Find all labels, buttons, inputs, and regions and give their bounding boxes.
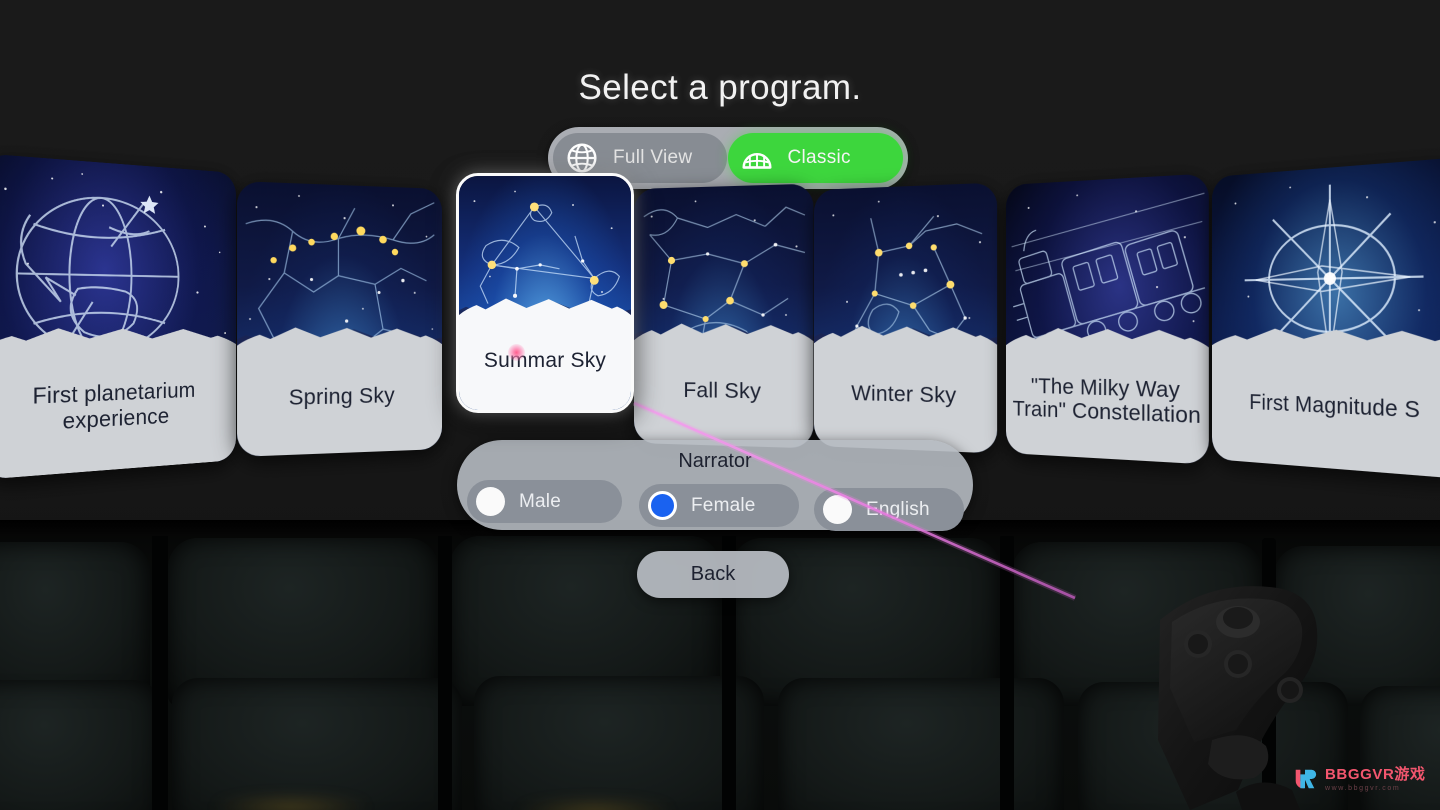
- laser-cursor-dot: [508, 344, 525, 361]
- bbggvr-logo-icon: [1295, 769, 1317, 789]
- program-card-summar-sky[interactable]: Summar Sky: [456, 173, 634, 413]
- program-card-winter-sky[interactable]: Winter Sky: [814, 182, 998, 454]
- page-title: Select a program.: [578, 68, 862, 107]
- narrator-option-label: Female: [691, 494, 756, 516]
- program-card-first-magnitude-star[interactable]: First Magnitude S: [1212, 156, 1440, 480]
- watermark-title: BBGGVR游戏: [1325, 765, 1426, 783]
- program-card-label: Spring Sky: [288, 384, 395, 411]
- radio-icon: [823, 495, 852, 524]
- program-card-label: Fall Sky: [683, 379, 762, 405]
- program-card-milky-way-train[interactable]: "The Milky Way Train" Constellation: [1006, 173, 1209, 465]
- program-card-label: First Magnitude S: [1249, 390, 1421, 423]
- watermark: BBGGVR游戏 www.bbggvr.com: [1292, 766, 1426, 792]
- program-card-first-planetarium-experience[interactable]: First planetarium experience: [0, 153, 236, 480]
- radio-icon-selected: [648, 491, 677, 520]
- vr-planetarium-screen: Select a program. Full View Classic Firs…: [0, 0, 1440, 810]
- narrator-option-male[interactable]: Male: [467, 480, 622, 523]
- program-card-label: Winter Sky: [851, 381, 957, 408]
- program-card-fall-sky[interactable]: Fall Sky: [634, 183, 814, 449]
- narrator-panel: Narrator Male Female English: [457, 440, 973, 531]
- program-card-label: Summar Sky: [483, 349, 607, 373]
- program-card-spring-sky[interactable]: Spring Sky: [237, 181, 442, 457]
- narrator-option-female[interactable]: Female: [639, 484, 799, 527]
- narrator-option-label: Male: [519, 490, 561, 512]
- radio-icon: [476, 487, 505, 516]
- watermark-url: www.bbggvr.com: [1325, 784, 1401, 792]
- narrator-title: Narrator: [678, 450, 752, 472]
- program-card-label: "The Milky Way Train" Constellation: [1012, 374, 1202, 429]
- narrator-option-english[interactable]: English: [814, 488, 964, 531]
- program-card-label: First planetarium experience: [32, 378, 196, 434]
- back-button[interactable]: Back: [637, 551, 789, 598]
- narrator-option-label: English: [866, 498, 930, 520]
- program-card-rail: First planetarium experience Spring Sky …: [0, 153, 1440, 480]
